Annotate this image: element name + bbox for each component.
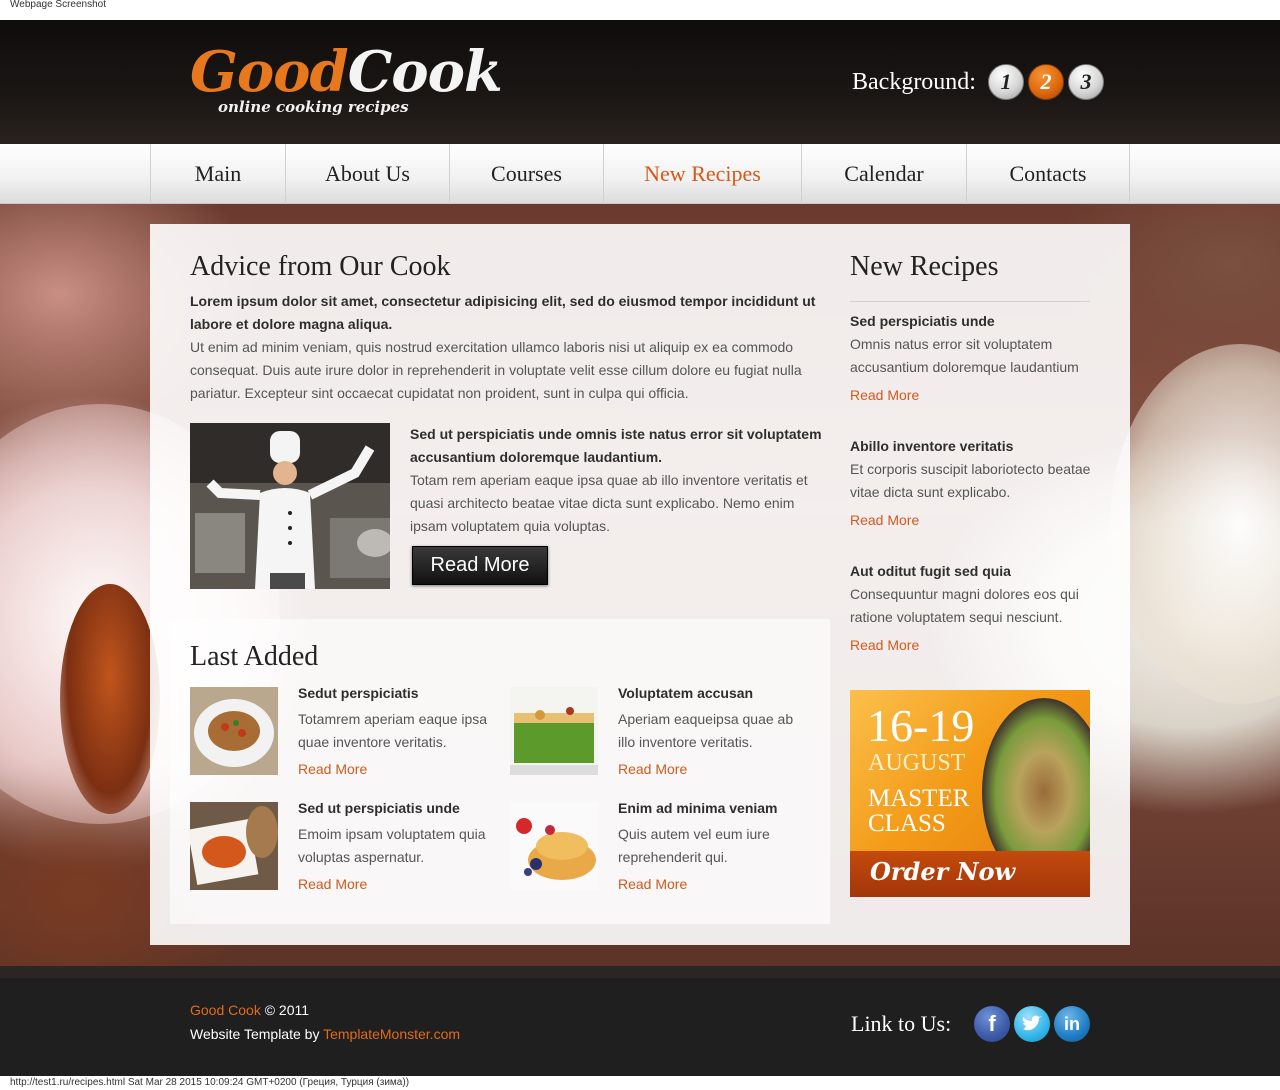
lasagna-dish-thumbnail[interactable] [510,687,598,775]
item-read-more-link[interactable]: Read More [618,761,687,777]
advice-title: Advice from Our Cook [190,251,451,282]
feature-body: Totam rem aperiam eaque ipsa quae ab ill… [410,472,808,534]
item-text: Aperiam eaqueipsa quae ab illo inventore… [618,711,794,750]
recipe-entry: Sed perspiciatis unde Omnis natus error … [850,310,1095,403]
templatemonster-link[interactable]: TemplateMonster.com [323,1026,460,1042]
footer-template-credit: Website Template by TemplateMonster.com [190,1026,460,1042]
item-text: Emoim ipsam voluptatem quia voluptas asp… [298,826,486,865]
master-class-banner[interactable]: 16-19 AUGUST MASTER CLASS Order Now [850,690,1090,897]
recipe-read-more-link[interactable]: Read More [850,637,1095,653]
sauce-shape [60,584,160,814]
site-logo[interactable]: GoodCook online cooking recipes [190,39,503,116]
site-footer: Good Cook © 2011 Website Template by Tem… [0,966,1280,1076]
item-title: Enim ad minima veniam [618,800,778,816]
logo-tagline: online cooking recipes [218,98,409,116]
link-to-us-label: Link to Us: [851,1011,952,1036]
recipe-title: Aut oditut fugit sed quia [850,563,1011,579]
recipe-title: Sed perspiciatis unde [850,313,995,329]
recipe-read-more-link[interactable]: Read More [850,387,1095,403]
nav-item-main[interactable]: Main [151,144,286,204]
item-read-more-link[interactable]: Read More [298,761,367,777]
logo-wordmark: GoodCook [190,39,503,105]
recipe-entry: Aut oditut fugit sed quia Consequuntur m… [850,560,1095,653]
background-option-1[interactable]: 1 [987,64,1024,100]
item-read-more-link[interactable]: Read More [618,876,687,892]
read-more-button[interactable]: Read More [412,546,548,585]
facebook-icon[interactable]: f [974,1006,1010,1042]
footer-template-prefix: Website Template by [190,1026,324,1042]
item-text: Totamrem aperiam eaque ipsa quae invento… [298,711,488,750]
list-item: Sedut perspiciatis Totamrem aperiam eaqu… [190,685,490,787]
recipe-title: Abillo inventore veritatis [850,438,1014,454]
nav-item-new-recipes[interactable]: New Recipes [604,144,802,204]
footer-copyright-year: © 2011 [260,1002,310,1018]
background-switcher: Background: 1 2 3 [852,64,1104,100]
banner-month: AUGUST [868,750,966,776]
site-header: GoodCook online cooking recipes Backgrou… [0,20,1280,144]
nav-item-courses[interactable]: Courses [450,144,604,204]
beans-dish-thumbnail[interactable] [190,802,278,890]
nav-item-contacts[interactable]: Contacts [967,144,1130,204]
list-item: Enim ad minima veniam Quis autem vel eum… [510,800,810,902]
list-item: Voluptatem accusan Aperiam eaqueipsa qua… [510,685,810,787]
footer-copyright: Good Cook © 2011 [190,1002,309,1018]
pasta-dish-thumbnail[interactable] [190,687,278,775]
item-read-more-link[interactable]: Read More [298,876,367,892]
advice-body: Ut enim ad minim veniam, quis nostrud ex… [190,339,802,401]
logo-cook: Cook [347,39,503,105]
item-title: Voluptatem accusan [618,685,754,701]
waffles-dish-thumbnail[interactable] [510,802,598,890]
feature-lead: Sed ut perspiciatis unde omnis iste natu… [410,426,822,465]
status-bar: http://test1.ru/recipes.html Sat Mar 28 … [0,1076,1280,1090]
nav-item-about-us[interactable]: About Us [286,144,450,204]
list-item: Sed ut perspiciatis unde Emoim ipsam vol… [190,800,490,902]
last-added-title: Last Added [190,641,319,672]
item-text: Quis autem vel eum iure reprehenderit qu… [618,826,770,865]
linkedin-icon[interactable]: in [1054,1006,1090,1042]
twitter-icon[interactable] [1014,1006,1050,1042]
item-title: Sed ut perspiciatis unde [298,800,460,816]
new-recipes-title: New Recipes [850,251,999,282]
footer-brand-link[interactable]: Good Cook [190,1002,261,1018]
recipe-text: Omnis natus error sit voluptatem accusan… [850,336,1079,375]
nav-item-calendar[interactable]: Calendar [802,144,967,204]
background-option-3[interactable]: 3 [1067,64,1104,100]
recipe-read-more-link[interactable]: Read More [850,512,1095,528]
recipe-text: Consequuntur magni dolores eos qui ratio… [850,586,1079,625]
background-label: Background: [852,68,976,95]
banner-dates: 16-19 [867,700,975,751]
plate-shape [1110,344,1280,704]
banner-event: MASTER CLASS [868,785,970,837]
advice-lead: Lorem ipsum dolor sit amet, consectetur … [190,293,816,332]
divider [850,301,1090,302]
item-title: Sedut perspiciatis [298,685,419,701]
order-now-button[interactable]: Order Now [870,857,1015,886]
background-option-2[interactable]: 2 [1027,64,1064,100]
recipe-entry: Abillo inventore veritatis Et corporis s… [850,435,1095,528]
main-navigation: Main About Us Courses New Recipes Calend… [0,144,1280,204]
chef-photo [190,423,390,589]
screenshot-caption: Webpage Screenshot [0,0,1280,20]
logo-good: Good [190,39,349,105]
recipe-text: Et corporis suscipit laborioteсto beatae… [850,461,1091,500]
